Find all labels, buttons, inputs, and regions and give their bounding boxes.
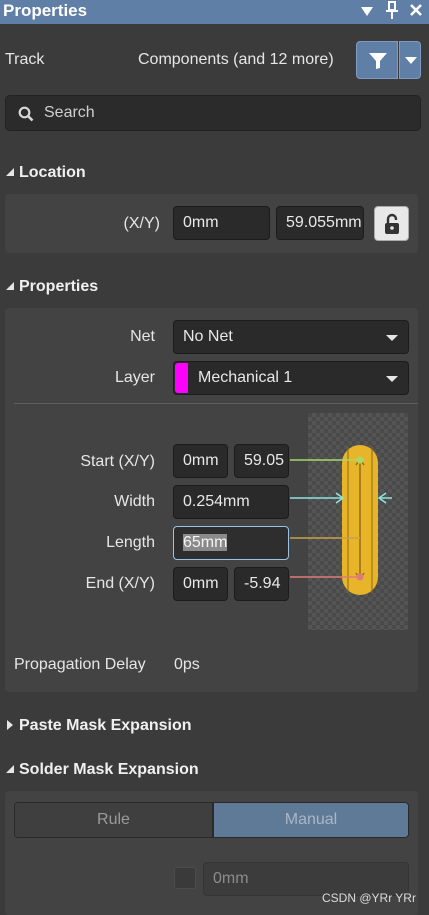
panel-menu-icon[interactable]	[356, 0, 378, 24]
section-location-title: Location	[19, 164, 86, 181]
padlock-open-icon	[385, 213, 399, 234]
collapse-arrow-icon	[5, 764, 15, 777]
search-placeholder: Search	[44, 104, 95, 121]
layer-color-swatch	[175, 363, 188, 393]
section-location-header[interactable]: Location	[0, 162, 429, 186]
watermark-text: CSDN @YRr YRr	[322, 891, 416, 905]
length-input-value: 65mm	[183, 534, 228, 551]
length-label: Length	[106, 534, 155, 551]
solder-mask-checkbox[interactable]	[174, 867, 196, 889]
section-paste-mask-title: Paste Mask Expansion	[19, 717, 192, 734]
location-xy-label: (X/Y)	[123, 215, 160, 232]
section-properties-header[interactable]: Properties	[0, 276, 429, 300]
collapse-arrow-icon	[5, 167, 15, 180]
start-marker-line	[290, 456, 364, 464]
end-x-input[interactable]: 0mm	[173, 567, 228, 601]
length-input[interactable]: 65mm	[173, 526, 289, 560]
filter-summary: Components (and 12 more)	[138, 51, 334, 68]
collapse-arrow-icon	[5, 281, 15, 294]
pin-icon[interactable]	[381, 0, 403, 24]
funnel-icon	[369, 53, 387, 69]
propagation-delay-label: Propagation Delay	[14, 656, 146, 673]
close-icon[interactable]	[405, 0, 427, 24]
width-marker-arrows	[290, 492, 392, 504]
layer-label: Layer	[114, 369, 155, 386]
section-solder-mask-header[interactable]: Solder Mask Expansion	[0, 759, 429, 783]
net-label: Net	[130, 328, 155, 345]
object-type-label: Track	[5, 51, 45, 68]
section-properties-title: Properties	[19, 278, 99, 295]
properties-divider	[14, 403, 418, 404]
filter-dropdown-button[interactable]	[399, 41, 421, 79]
expand-arrow-icon	[5, 720, 15, 733]
end-xy-label: End (X/Y)	[85, 575, 155, 592]
section-paste-mask-header[interactable]: Paste Mask Expansion	[0, 715, 429, 739]
location-lock-button[interactable]	[374, 206, 409, 241]
panel-title-bar: Properties	[0, 0, 429, 24]
location-y-input[interactable]: 59.055mm	[276, 206, 364, 240]
track-diagram	[342, 445, 378, 595]
solder-mask-manual-toggle[interactable]: Manual	[213, 802, 409, 838]
layer-select[interactable]: Mechanical 1	[173, 361, 409, 395]
start-xy-label: Start (X/Y)	[80, 453, 155, 470]
start-y-input[interactable]: 59.05	[234, 444, 289, 478]
length-marker-line	[290, 537, 360, 539]
panel-title: Properties	[3, 1, 88, 20]
chevron-down-icon	[405, 57, 417, 64]
width-label: Width	[114, 493, 155, 510]
search-icon	[18, 106, 34, 122]
start-x-input[interactable]: 0mm	[173, 444, 228, 478]
end-marker-line	[290, 573, 364, 581]
propagation-delay-value: 0ps	[174, 656, 200, 673]
location-panel: (X/Y) 0mm 59.055mm	[5, 194, 418, 253]
net-select[interactable]: No Net	[173, 320, 409, 354]
location-x-input[interactable]: 0mm	[173, 206, 270, 240]
section-solder-mask-title: Solder Mask Expansion	[19, 761, 199, 778]
solder-mask-rule-toggle[interactable]: Rule	[14, 802, 213, 838]
filter-button[interactable]	[356, 41, 398, 79]
track-preview	[308, 413, 408, 630]
search-input[interactable]: Search	[5, 95, 421, 131]
width-input[interactable]: 0.254mm	[173, 485, 289, 519]
end-y-input[interactable]: -5.94	[234, 567, 289, 601]
layer-select-value: Mechanical 1	[198, 369, 293, 386]
